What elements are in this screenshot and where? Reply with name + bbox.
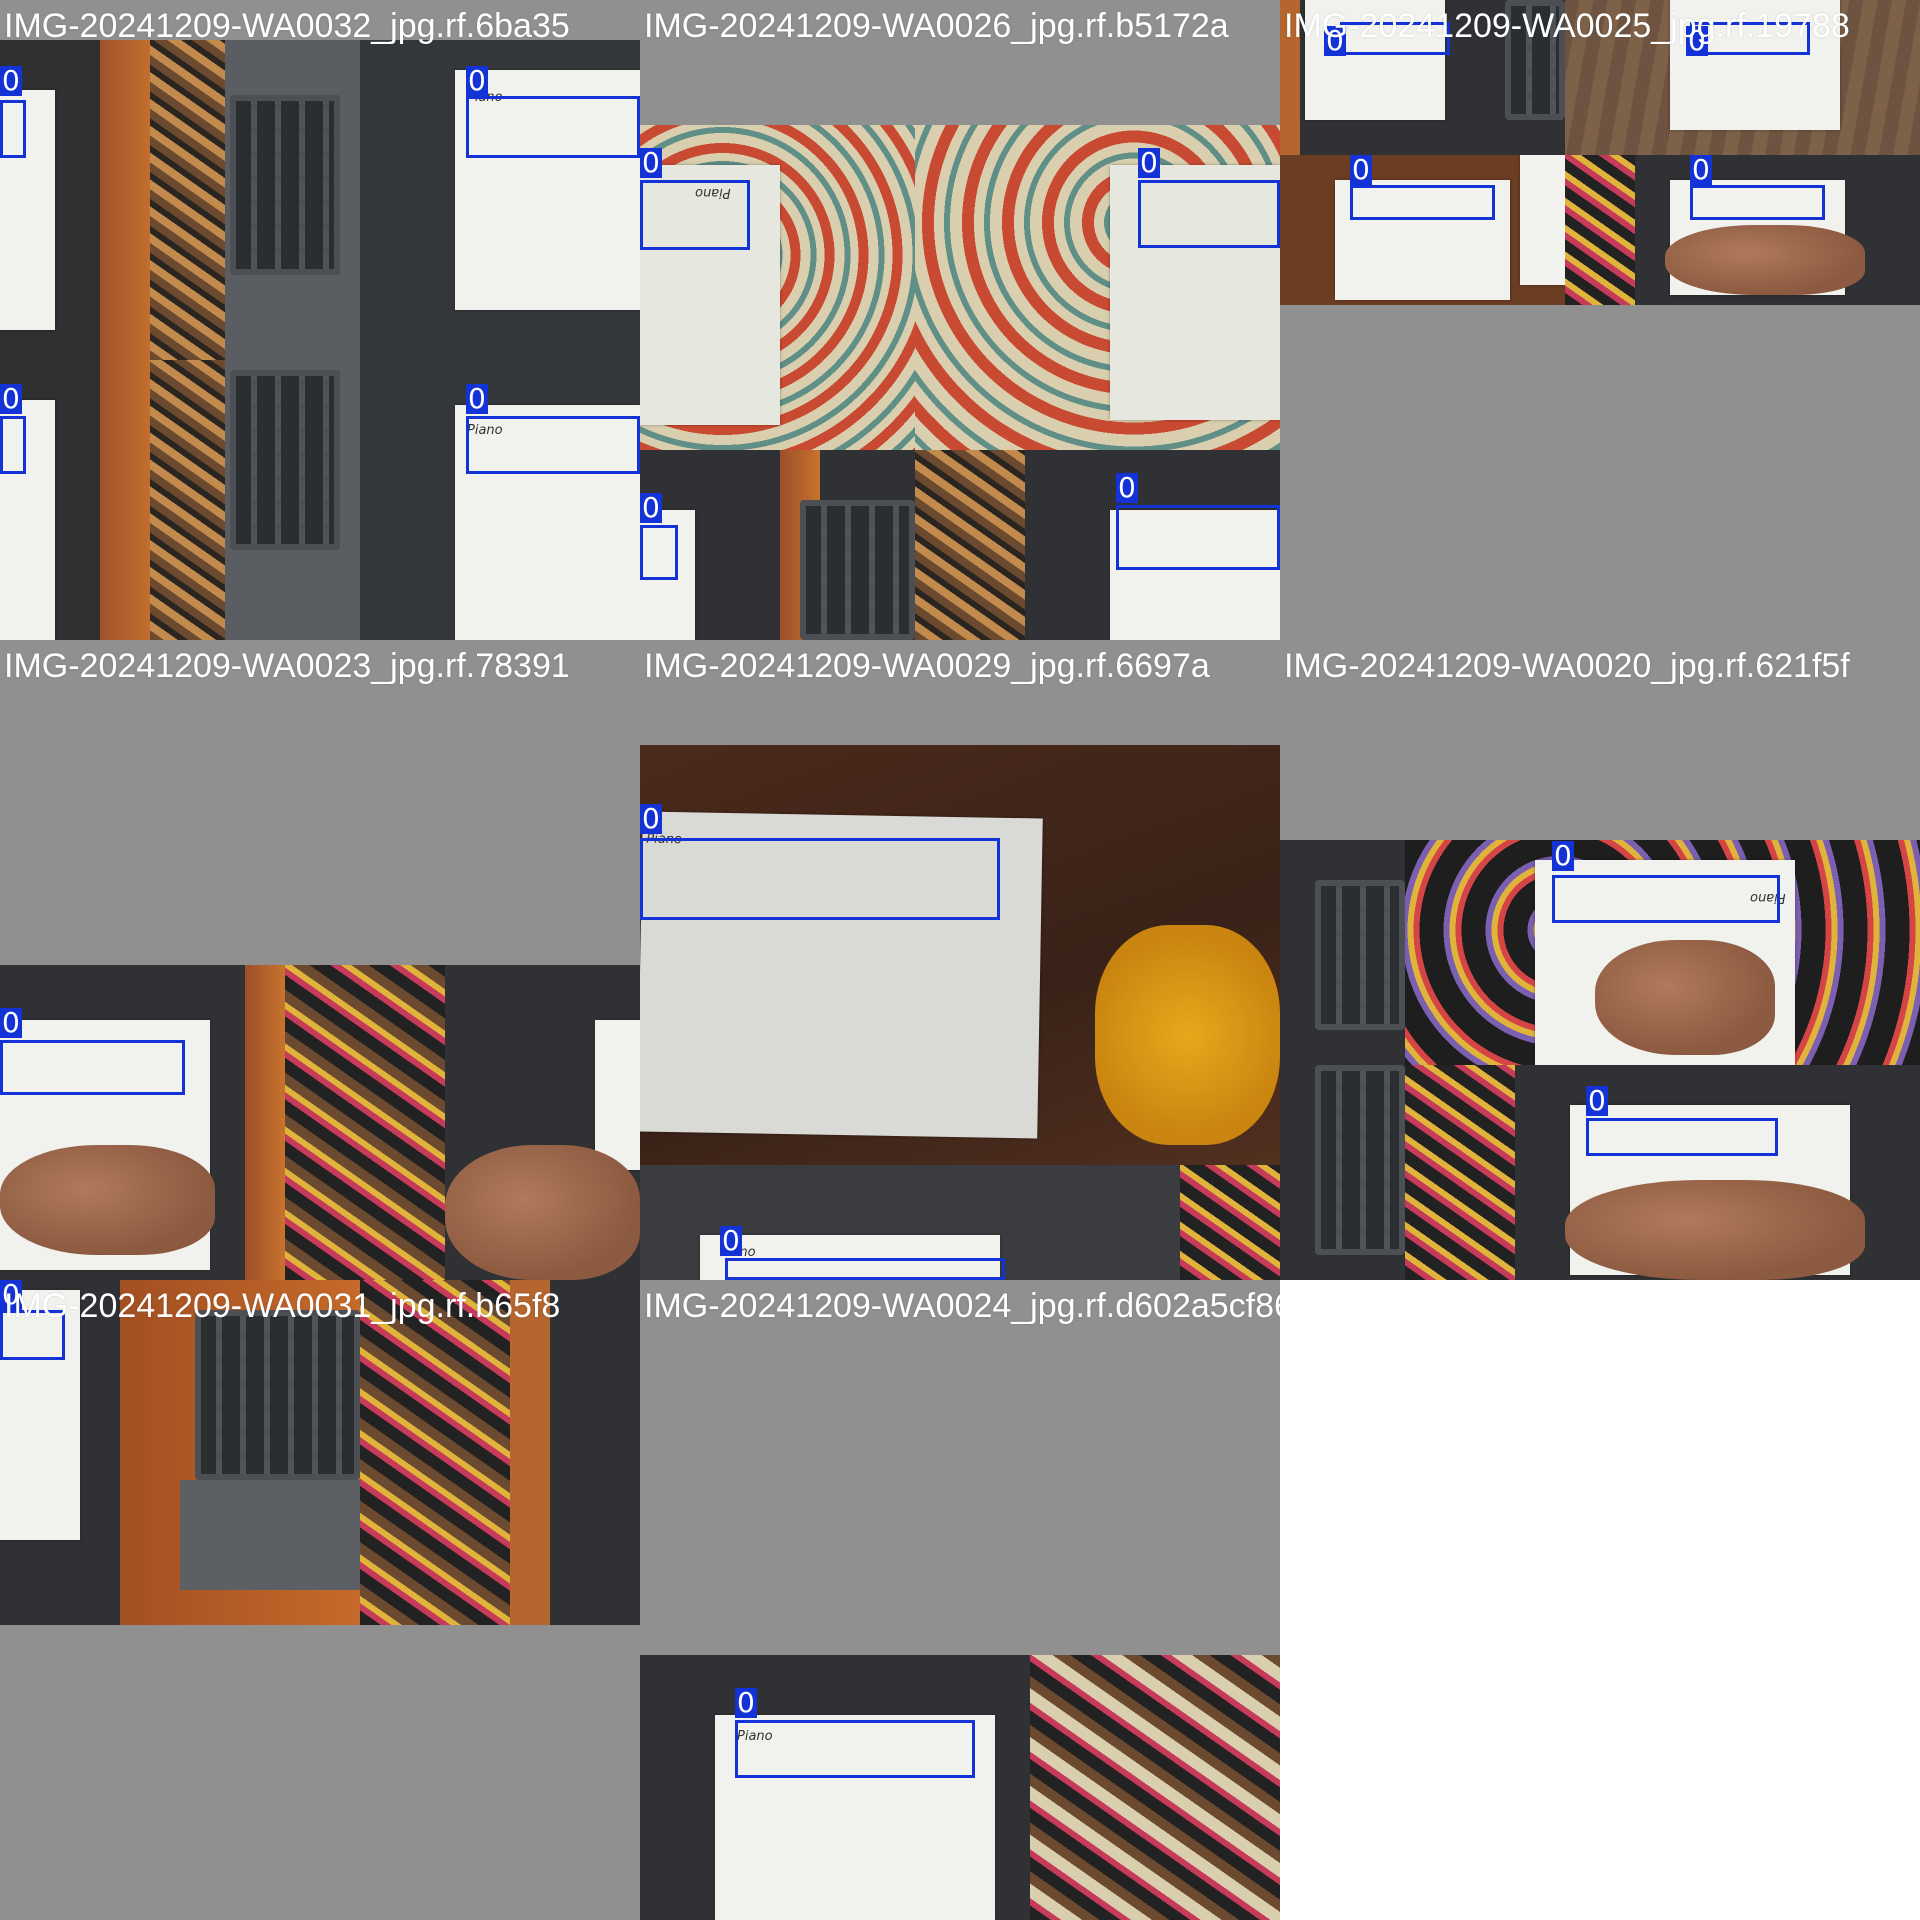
hand — [0, 1145, 215, 1255]
mosaic-tile: Piano Piano 0 0 IMG-20241209-WA0029_jpg.… — [640, 640, 1280, 1280]
laptop-keyboard — [195, 1310, 360, 1480]
photo-quadrant — [1030, 1655, 1280, 1920]
photo-quadrant — [1280, 155, 1565, 305]
hand — [1665, 225, 1865, 295]
table-edge — [245, 965, 285, 1280]
photo-quadrant: Piano — [640, 125, 915, 450]
fabric — [915, 450, 1025, 640]
photo-quadrant — [0, 40, 225, 360]
class-label: 0 — [1138, 146, 1160, 179]
detection-box — [466, 96, 640, 158]
detection-box — [640, 838, 1000, 920]
photo-quadrant: Piano — [640, 1655, 1030, 1920]
detection-box — [0, 416, 26, 474]
fabric — [360, 1280, 510, 1625]
photo-quadrant: Piano — [1405, 840, 1920, 1065]
class-label: 0 — [466, 64, 488, 97]
class-label: 0 — [720, 1224, 742, 1257]
mosaic-tile: 0 IMG-20241209-WA0031_jpg.rf.b65f8 — [0, 1280, 640, 1920]
class-label: 0 — [640, 146, 662, 179]
photo-quadrant — [225, 360, 360, 640]
image-caption: IMG-20241209-WA0032_jpg.rf.6ba35 — [4, 7, 570, 45]
detection-box — [0, 1040, 185, 1095]
photo-quadrant — [640, 450, 915, 640]
detection-box — [725, 1258, 1005, 1280]
image-caption: IMG-20241209-WA0026_jpg.rf.b5172a — [644, 7, 1229, 45]
photo-quadrant: Piano — [360, 360, 640, 640]
laptop-keyboard — [1315, 1065, 1405, 1255]
photo-quadrant — [445, 965, 640, 1280]
class-label: 0 — [0, 382, 22, 415]
laptop-keyboard — [1315, 880, 1405, 1030]
fabric — [1180, 1165, 1280, 1280]
laptop-keyboard — [800, 500, 915, 640]
photo-quadrant — [1280, 1065, 1405, 1280]
hand — [1565, 1180, 1865, 1280]
image-caption: IMG-20241209-WA0029_jpg.rf.6697a — [644, 647, 1210, 685]
fabric — [150, 360, 225, 640]
detection-box — [1690, 185, 1825, 220]
class-label: 0 — [640, 491, 662, 524]
photo-quadrant — [1405, 1065, 1920, 1280]
class-label: 0 — [1586, 1084, 1608, 1117]
class-label: 0 — [0, 1006, 22, 1039]
mosaic-tile: Piano 0 IMG-20241209-WA0024_jpg.rf.d602a… — [640, 1280, 1280, 1920]
detection-box — [0, 100, 26, 158]
class-label: 0 — [1690, 153, 1712, 186]
image-caption: IMG-20241209-WA0025_jpg.rf.19788 — [1284, 7, 1850, 45]
mosaic-tile: Piano 0 0 IMG-20241209-WA0020_jpg.rf.621… — [1280, 640, 1920, 1280]
mosaic-tile: Piano 0 0 0 0 IMG-20241209-WA0026_jpg.rf… — [640, 0, 1280, 640]
paper-sheet — [1520, 155, 1565, 285]
fabric — [1565, 155, 1635, 305]
photo-quadrant — [0, 1280, 640, 1625]
class-label: 0 — [640, 802, 662, 835]
laptop-keyboard — [230, 370, 340, 550]
image-caption: IMG-20241209-WA0020_jpg.rf.621f5f — [1284, 647, 1850, 685]
empty-cell — [1280, 1280, 1920, 1920]
cheese-bowl — [1095, 925, 1280, 1145]
photo-quadrant: Piano — [360, 40, 640, 360]
photo-quadrant — [915, 125, 1280, 450]
photo-quadrant: Piano — [640, 745, 1280, 1165]
photo-quadrant — [0, 360, 225, 640]
hand — [445, 1145, 640, 1280]
class-label: 0 — [0, 64, 22, 97]
class-label: 0 — [1350, 153, 1372, 186]
class-label: 0 — [735, 1686, 757, 1719]
paper-sheet — [595, 1020, 640, 1170]
photo-quadrant — [285, 965, 445, 1280]
photo-quadrant — [1565, 155, 1920, 305]
detection-box — [466, 416, 640, 474]
class-label: 0 — [1552, 839, 1574, 872]
image-mosaic: Piano Piano 0 0 0 0 IMG-20241209-WA0032_… — [0, 0, 1920, 1920]
laptop-body — [180, 1480, 360, 1590]
detection-box — [1586, 1118, 1778, 1156]
detection-box — [1552, 875, 1780, 923]
image-caption: IMG-20241209-WA0024_jpg.rf.d602a5cf86931 — [644, 1287, 1280, 1325]
detection-box — [1138, 180, 1280, 248]
laptop-keyboard — [230, 95, 340, 275]
hand — [1595, 940, 1775, 1055]
mosaic-tile: 0 0 0 0 IMG-20241209-WA0025_jpg.rf.19788 — [1280, 0, 1920, 640]
class-label: 0 — [466, 382, 488, 415]
detection-box — [1116, 505, 1280, 570]
photo-quadrant — [0, 965, 285, 1280]
photo-quadrant — [225, 40, 360, 360]
detection-box — [640, 525, 678, 580]
fabric — [1405, 1065, 1515, 1280]
image-caption: IMG-20241209-WA0023_jpg.rf.78391 — [4, 647, 570, 685]
detection-box — [640, 180, 750, 250]
photo-quadrant — [1280, 840, 1405, 1065]
class-label: 0 — [1116, 471, 1138, 504]
detection-box — [1350, 185, 1495, 220]
image-caption: IMG-20241209-WA0031_jpg.rf.b65f8 — [4, 1287, 561, 1325]
mosaic-tile: IMG-20241209-WA0023_jpg.rf.78391 — [0, 640, 640, 1280]
mosaic-tile: Piano Piano 0 0 0 0 IMG-20241209-WA0032_… — [0, 0, 640, 640]
fabric — [150, 40, 225, 360]
detection-box — [735, 1720, 975, 1778]
table-edge — [510, 1280, 550, 1625]
